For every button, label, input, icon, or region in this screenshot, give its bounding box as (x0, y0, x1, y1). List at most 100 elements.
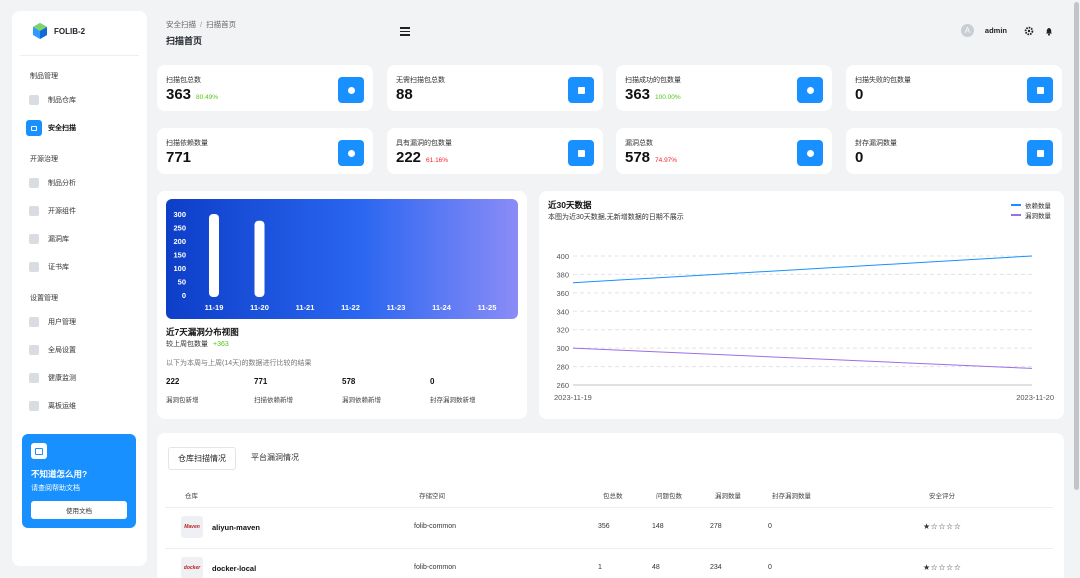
stat-label: 无需扫描包总数 (396, 77, 445, 84)
stat-value: 222 61.16% (396, 149, 448, 166)
tab-repo-scan[interactable]: 仓库扫描情况 (168, 447, 236, 470)
user-icon (29, 317, 39, 327)
series-line[interactable] (572, 347, 1033, 369)
bell-icon[interactable] (1044, 26, 1054, 36)
sidebar-item[interactable]: 用户管理 (20, 311, 139, 333)
stat-card: 扫描失败的包数量 0 (846, 65, 1062, 111)
stat-card: 具有漏洞的包数量 222 61.16% (387, 128, 603, 174)
stat-number: 578 (625, 149, 651, 166)
page-scrollbar[interactable] (1074, 2, 1079, 490)
table-row[interactable]: Maven aliyun-maven folib-common 356 148 … (165, 507, 1053, 547)
mini-label: 扫描依赖新增 (254, 397, 293, 404)
wrench-icon (29, 345, 39, 355)
mini-label: 封存漏洞数新增 (430, 397, 476, 404)
column-header: 存储空间 (419, 493, 445, 500)
fire-icon (577, 149, 585, 157)
docs-button[interactable]: 使用文档 (31, 501, 127, 519)
sidebar: FOLIB-2 制品管理 制品仓库 安全扫描 开源治理 制品分析 开源组件 漏洞… (12, 11, 147, 566)
compare-value: +363 (213, 341, 229, 348)
file-error-icon (1036, 86, 1044, 94)
table-tabs: 仓库扫描情况 平台漏洞情况 (168, 447, 314, 470)
column-header: 包总数 (603, 493, 623, 500)
monthly-panel: 近30天数据 本图为近30天数据,无新增数据的日期不展示 依赖数量 漏洞数量 2… (539, 191, 1064, 419)
breadcrumb: 安全扫描 / 扫描首页 (166, 20, 237, 29)
y-tick-label: 360 (556, 289, 569, 298)
weekly-panel: 0 50 100 150 200 250 300 11-19 11-20 11-21 11-22 11… (157, 191, 527, 419)
avatar[interactable]: A (960, 24, 974, 37)
sealed-count: 0 (768, 564, 772, 571)
security-rating: ★☆☆☆☆ (923, 563, 962, 572)
stat-label: 扫描失败的包数量 (855, 77, 911, 84)
package-icon (347, 149, 355, 157)
mini-stat: 771 扫描依赖新增 (254, 377, 293, 404)
stat-value: 0 (855, 86, 868, 103)
username[interactable]: admin (985, 26, 1007, 35)
stat-action-button[interactable] (1027, 140, 1053, 166)
compare-label: 较上周包数量 (166, 341, 208, 348)
nav-section-title: 开源治理 (30, 156, 58, 163)
weekly-bar-chart: 0 50 100 150 200 250 300 11-19 11-20 11-21 11-22 11… (166, 199, 518, 319)
docker-logo-icon: docker (181, 557, 203, 578)
sidebar-item[interactable]: 制品分析 (20, 172, 139, 194)
stat-percent: 100.00% (655, 94, 681, 101)
stat-card: 扫描依赖数量 771 (157, 128, 373, 174)
ops-icon (29, 401, 39, 411)
sidebar-item[interactable]: 安全扫描 (20, 117, 139, 139)
stat-action-button[interactable] (1027, 77, 1053, 103)
sidebar-item[interactable]: 制品仓库 (20, 89, 139, 111)
sidebar-item[interactable]: 开源组件 (20, 200, 139, 222)
breadcrumb-item[interactable]: 安全扫描 (166, 20, 196, 29)
sidebar-item[interactable]: 漏洞库 (20, 228, 139, 250)
stat-action-button[interactable] (797, 77, 823, 103)
y-tick-label: 100 (173, 264, 186, 273)
mini-stat: 0 封存漏洞数新增 (430, 377, 476, 404)
column-header: 安全评分 (929, 493, 955, 500)
stat-number: 0 (855, 149, 864, 166)
weekly-compare: 较上周包数量 +363 (166, 339, 229, 349)
storage-name: folib-common (414, 523, 457, 530)
stat-number: 0 (855, 86, 864, 103)
bar[interactable] (254, 220, 265, 297)
storage-name: folib-common (414, 564, 457, 571)
x-tick-label: 11-21 (296, 303, 315, 312)
gear-icon[interactable] (1024, 26, 1034, 36)
maven-logo-icon: Maven (181, 516, 203, 538)
repo-name[interactable]: docker-local (212, 564, 256, 573)
sidebar-nav: 制品管理 制品仓库 安全扫描 开源治理 制品分析 开源组件 漏洞库 证书库 设置… (12, 71, 147, 417)
sidebar-item-label: 证书库 (48, 264, 69, 271)
stat-action-button[interactable] (568, 140, 594, 166)
sidebar-item-label: 用户管理 (48, 319, 76, 326)
sidebar-item-label: 全局设置 (48, 347, 76, 354)
bar[interactable] (209, 214, 219, 297)
breadcrumb-item: 扫描首页 (206, 20, 237, 29)
help-subtitle: 请查阅帮助文档 (31, 485, 80, 492)
sidebar-item[interactable]: 健康监测 (20, 367, 139, 389)
stat-action-button[interactable] (338, 77, 364, 103)
stat-action-button[interactable] (338, 140, 364, 166)
y-tick-label: 300 (173, 210, 186, 219)
stat-value: 363 80.49% (166, 86, 218, 103)
stat-value: 771 (166, 149, 196, 166)
repo-name[interactable]: aliyun-maven (212, 523, 260, 532)
sidebar-item[interactable]: 全局设置 (20, 339, 139, 361)
series-line[interactable] (572, 255, 1033, 284)
tab-platform-vulns[interactable]: 平台漏洞情况 (242, 447, 308, 470)
stat-action-button[interactable] (797, 140, 823, 166)
sidebar-item-label: 制品分析 (48, 180, 76, 187)
table-row[interactable]: docker docker-local folib-common 1 48 23… (165, 548, 1053, 578)
y-tick-label: 340 (556, 307, 569, 316)
menu-toggle-icon[interactable] (400, 27, 410, 36)
repo-logo-text: docker (183, 565, 201, 571)
sidebar-item[interactable]: 证书库 (20, 256, 139, 278)
x-tick-label: 11-19 (205, 303, 224, 312)
y-tick-label: 200 (173, 237, 186, 246)
mini-stat: 578 漏洞依赖新增 (342, 377, 381, 404)
sidebar-item[interactable]: 离板运维 (20, 395, 139, 417)
y-tick-label: 400 (556, 252, 569, 261)
app-logo[interactable]: FOLIB-2 (12, 11, 147, 43)
security-rating: ★☆☆☆☆ (923, 522, 962, 531)
stat-action-button[interactable] (568, 77, 594, 103)
stat-card: 无需扫描包总数 88 (387, 65, 603, 111)
stat-card: 扫描成功的包数量 363 100.00% (616, 65, 832, 111)
stat-number: 222 (396, 149, 422, 166)
